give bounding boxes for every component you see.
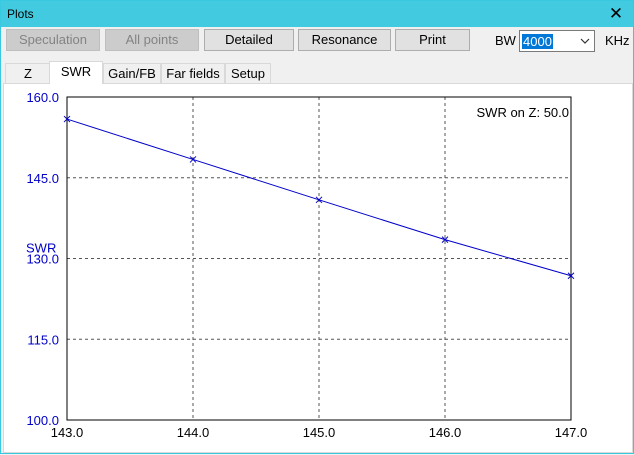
khz-label: KHz [605,33,630,48]
bw-select[interactable]: 4000 [519,30,595,52]
x-tick-label: 144.0 [177,425,210,440]
series-line [66,118,572,277]
x-tick-label: 143.0 [51,425,84,440]
tab-z[interactable]: Z [5,63,51,83]
bw-value[interactable]: 4000 [522,34,553,49]
window-title: Plots [7,7,34,21]
y-tick-labels: 160.0145.0130.0115.0100.0 [26,90,59,428]
y-tick-label: 160.0 [26,90,59,105]
speculation-button[interactable]: Speculation [6,29,100,51]
x-tick-label: 145.0 [303,425,336,440]
chevron-down-icon[interactable] [579,34,591,48]
x-tick-labels: 143.0 144.0 145.0 146.0 147.0 [51,425,588,440]
x-tick-label: 146.0 [429,425,462,440]
y-tick-label: 145.0 [26,171,59,186]
y-tick-label: 115.0 [27,332,59,347]
bw-label: BW [495,33,516,48]
grid [67,97,571,420]
all-points-button[interactable]: All points [105,29,199,51]
plots-window: Plots ✕ Speculation All points Detailed … [0,0,634,454]
detailed-button[interactable]: Detailed [204,29,294,51]
title-bar: Plots ✕ [1,1,633,27]
close-button[interactable]: ✕ [599,1,633,27]
tab-bar: Z SWR Gain/FB Far fields Setup [3,61,633,84]
close-icon: ✕ [608,4,624,23]
tab-far-fields[interactable]: Far fields [161,63,225,83]
swr-chart: 160.0145.0130.0115.0100.0 143.0 144.0 145.… [26,90,588,440]
tab-setup[interactable]: Setup [225,63,271,83]
tab-swr[interactable]: SWR [49,61,103,84]
swr-annotation: SWR on Z: 50.0 [477,105,569,120]
x-tick-label: 147.0 [555,425,588,440]
tab-gain-fb[interactable]: Gain/FB [103,63,161,83]
plot-panel: 160.0 145.0 130.0 115.0 100.0 143.0 144.0 145.… [3,83,633,453]
print-button[interactable]: Print [395,29,470,51]
resonance-button[interactable]: Resonance [298,29,391,51]
y-axis-label: SWR [26,241,56,256]
